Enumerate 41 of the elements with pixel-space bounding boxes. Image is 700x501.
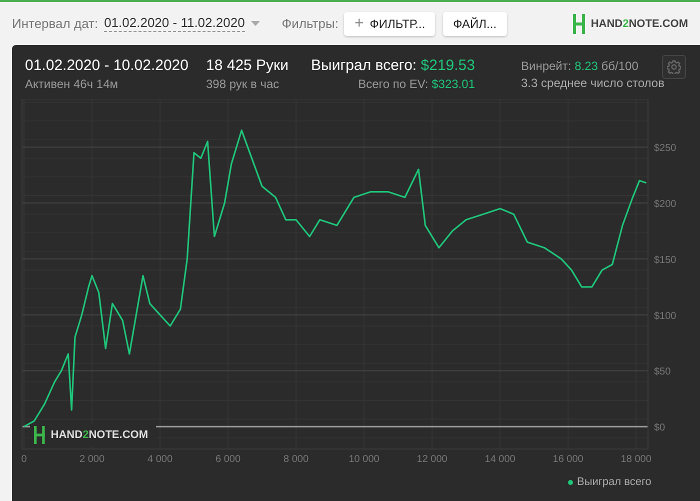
settings-button[interactable] <box>662 55 686 79</box>
y-axis-label: $250 <box>654 143 676 154</box>
settings-icon <box>667 60 681 74</box>
y-axis-label: $150 <box>654 254 676 266</box>
y-axis-label: $0 <box>654 422 666 434</box>
file-button[interactable]: ФАЙЛ... <box>443 12 507 36</box>
x-axis-label: 12 000 <box>416 454 448 465</box>
winrate-value: 8.23 <box>574 59 598 73</box>
active-time-text: Активен 46ч 14м <box>25 77 119 91</box>
won-label: Выиграл всего: <box>311 57 417 74</box>
x-axis-label: 2 000 <box>80 454 105 465</box>
ev-value: $323.01 <box>432 77 475 91</box>
winrate-unit: бб/100 <box>601 59 638 73</box>
x-axis-label: 0 <box>21 454 27 465</box>
y-axis-label: $200 <box>654 199 676 210</box>
caret-icon[interactable] <box>250 21 260 26</box>
legend-label: Выиграл всего <box>577 476 652 488</box>
chart-watermark: HAND2NOTE.COM <box>30 424 156 446</box>
won-value: $219.53 <box>420 57 475 74</box>
ev-label: Всего по EV: <box>358 77 428 91</box>
x-axis-label: 18 000 <box>620 454 652 465</box>
add-filter-button[interactable]: + ФИЛЬТР... <box>344 12 436 36</box>
filters-label: Фильтры: <box>282 16 338 31</box>
date-range-field[interactable]: 01.02.2020 - 11.02.2020 <box>104 15 245 32</box>
hands-per-hour-text: 398 рук в час <box>206 77 280 91</box>
y-axis-label: $50 <box>654 366 671 378</box>
x-axis-label: 16 000 <box>552 454 584 465</box>
period-text: 01.02.2020 - 10.02.2020 <box>25 57 190 74</box>
tables-text: 3.3 среднее число столов <box>521 76 664 90</box>
x-axis-label: 14 000 <box>484 454 516 465</box>
hands-count: 18 425 Руки <box>206 57 290 74</box>
logo-icon <box>572 14 585 34</box>
x-axis-label: 10 000 <box>348 454 380 465</box>
x-axis-label: 6 000 <box>216 454 241 465</box>
winrate-label: Винрейт: <box>521 59 572 73</box>
y-axis-label: $100 <box>654 310 676 322</box>
logo-icon <box>34 426 45 444</box>
logo-text: HAND2NOTE.COM <box>590 18 688 30</box>
date-label: Интервал дат: <box>12 16 98 31</box>
x-axis-label: 8 000 <box>284 454 309 465</box>
x-axis-label: 4 000 <box>148 454 173 465</box>
